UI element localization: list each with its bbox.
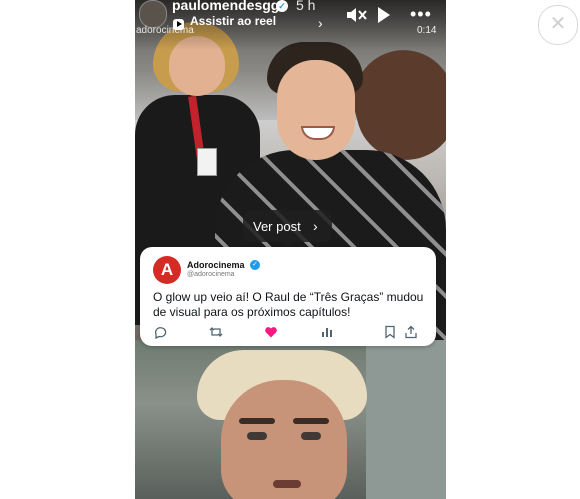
verified-icon: ✓ [250,260,260,270]
duration-label: 0:14 [417,25,437,36]
bookmark-icon[interactable] [383,325,397,339]
post-text: O glow up veio aí! O Raul de “Três Graça… [153,290,424,319]
view-post-label: Ver post [253,219,301,234]
play-icon[interactable] [378,7,390,23]
embedded-post-card[interactable]: A Adorocinema ✓ @adorocinema O glow up v… [140,247,436,346]
account-handle: @adorocinema [187,271,235,278]
man-face [277,60,355,160]
retweet-icon[interactable] [209,325,223,339]
account-name: Adorocinema [187,260,245,270]
more-horizontal-icon[interactable]: ••• [410,5,432,23]
chevron-right-icon: › [313,218,318,234]
reply-icon[interactable] [153,325,167,339]
close-icon[interactable]: ✕ [538,5,578,45]
verified-icon: ✓ [276,0,288,12]
chevron-right-icon[interactable]: › [318,15,323,31]
avatar[interactable] [139,0,167,28]
share-icon[interactable] [404,325,418,339]
id-badge [197,148,217,176]
post-time: 5 h [296,0,316,13]
like-icon[interactable] [264,325,278,339]
speaker-muted-icon[interactable] [345,6,367,24]
credit-label: adorocinema [136,25,194,36]
views-icon[interactable] [320,325,334,339]
username[interactable]: paulomendesgg [172,0,279,13]
post-actions [140,325,436,343]
adorocinema-logo: A [153,256,181,284]
watch-reel-link[interactable]: Assistir ao reel [190,14,276,28]
view-post-button[interactable]: Ver post › [243,210,332,242]
